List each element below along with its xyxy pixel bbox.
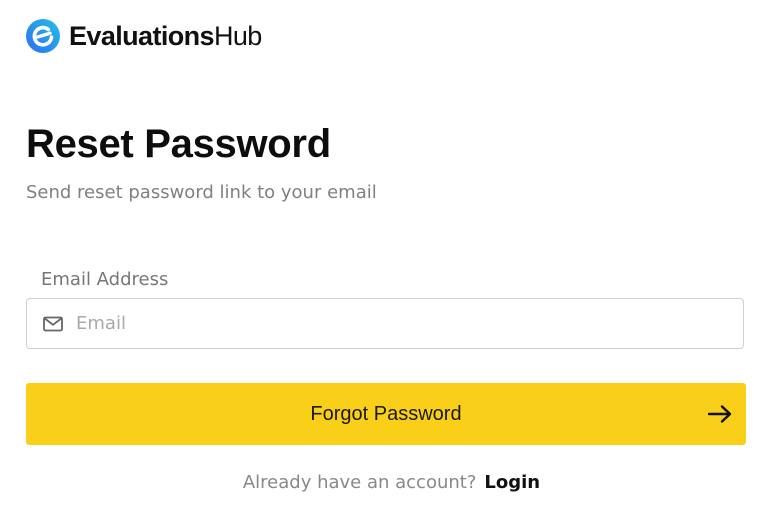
login-prompt-text: Already have an account?: [242, 472, 477, 493]
email-label: Email Address: [41, 269, 169, 290]
arrow-right-icon: [707, 405, 732, 423]
brand-header[interactable]: EvaluationsHub: [26, 18, 262, 54]
reset-password-page: EvaluationsHub Reset Password Send reset…: [0, 0, 783, 506]
page-title: Reset Password: [26, 122, 331, 166]
brand-name: EvaluationsHub: [69, 18, 262, 54]
login-prompt: Already have an account? Login: [0, 470, 783, 496]
page-subtitle: Send reset password link to your email: [26, 182, 377, 203]
email-input[interactable]: [76, 303, 743, 344]
forgot-password-button[interactable]: Forgot Password: [26, 383, 746, 445]
login-link[interactable]: Login: [484, 472, 540, 493]
email-field[interactable]: [26, 298, 744, 349]
mail-icon: [43, 316, 63, 331]
evaluationshub-logo-icon: [26, 19, 60, 53]
brand-name-bold: Evaluations: [69, 21, 215, 51]
brand-name-light: Hub: [213, 21, 262, 51]
forgot-password-button-label: Forgot Password: [310, 403, 462, 425]
